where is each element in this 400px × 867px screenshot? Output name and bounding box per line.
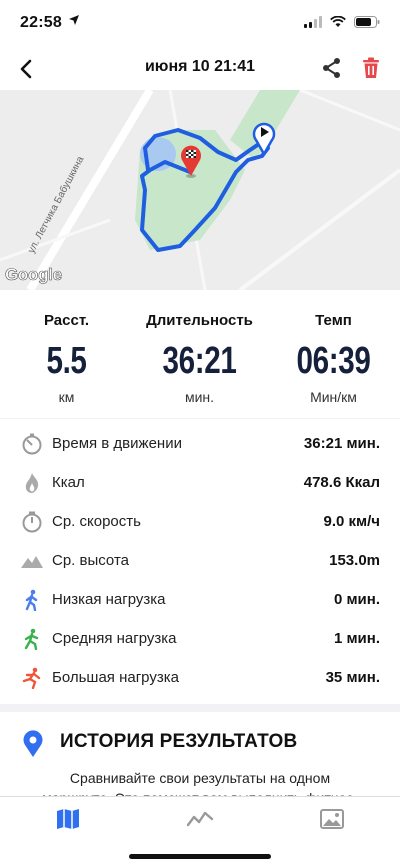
walking-green-icon [24,628,39,650]
detail-label: Ккал [52,474,85,491]
detail-label: Время в движении [52,435,182,452]
detail-value: 35 мин. [325,669,380,686]
metric-unit: мин. [184,389,215,405]
detail-label: Низкая нагрузка [52,591,166,608]
trash-icon[interactable] [362,57,380,79]
metric-value: 5.5 [46,340,87,382]
detail-label: Большая нагрузка [52,669,179,686]
metric-value: 36:21 [162,340,237,382]
walking-blue-icon [25,589,38,611]
detail-value: 478.6 Ккал [303,474,380,491]
home-indicator [129,854,271,859]
status-time: 22:58 [20,14,62,31]
metric-label: Темп [315,312,352,329]
detail-value: 0 мин. [333,591,380,608]
list-item: Ср. скорость 9.0 км/ч [0,503,400,541]
detail-label: Ср. высота [52,552,129,569]
running-red-icon [22,667,41,689]
chart-tab-icon[interactable] [186,807,214,831]
list-item: Средняя нагрузка 1 мин. [0,620,400,658]
speedometer-icon [22,511,42,533]
history-description: Сравнивайте свои результаты на одном мар… [42,770,358,796]
metric-unit: км [58,389,75,405]
map-tab-icon[interactable] [54,807,82,831]
google-logo: Google [5,265,63,285]
metric-label: Длительность [146,312,253,329]
signal-icon [304,16,322,28]
nav-header: июня 10 21:41 [0,48,400,90]
detail-value: 36:21 мин. [303,435,380,452]
workout-details-list: Время в движении 36:21 мин. Ккал 478.6 К… [0,419,400,704]
detail-label: Ср. скорость [52,513,141,530]
detail-value: 1 мин. [333,630,380,647]
metric-unit: Мин/км [310,389,357,405]
location-arrow-icon [69,15,79,25]
metric-label: Расст. [43,312,90,329]
detail-value: 153.0m [329,552,380,569]
history-title: ИСТОРИЯ РЕЗУЛЬТАТОВ [60,731,298,752]
route-map[interactable]: ул. Летчика Бабушкина Google [0,90,400,290]
list-item: Ккал 478.6 Ккал [0,464,400,502]
battery-icon [354,16,380,28]
share-icon[interactable] [322,57,342,79]
list-item: Ср. высота 153.0m [0,542,400,580]
detail-label: Средняя нагрузка [52,630,177,647]
wifi-icon [330,16,346,27]
list-item: Большая нагрузка 35 мин. [0,659,400,697]
detail-value: 9.0 км/ч [323,513,381,530]
results-history-card[interactable]: ИСТОРИЯ РЕЗУЛЬТАТОВ Сравнивайте свои рез… [0,712,400,796]
status-bar: 22:58 [0,0,400,48]
list-item: Время в движении 36:21 мин. [0,425,400,463]
metric-value: 06:39 [296,340,371,382]
location-pin-icon [23,730,43,757]
summary-metrics: Расст. 5.5 км Длительность 36:21 мин. Те… [0,290,400,418]
list-item: Низкая нагрузка 0 мин. [0,581,400,619]
stopwatch-icon [22,433,42,455]
photo-tab-icon[interactable] [318,807,346,831]
flame-icon [25,473,39,493]
mountain-icon [21,556,43,568]
